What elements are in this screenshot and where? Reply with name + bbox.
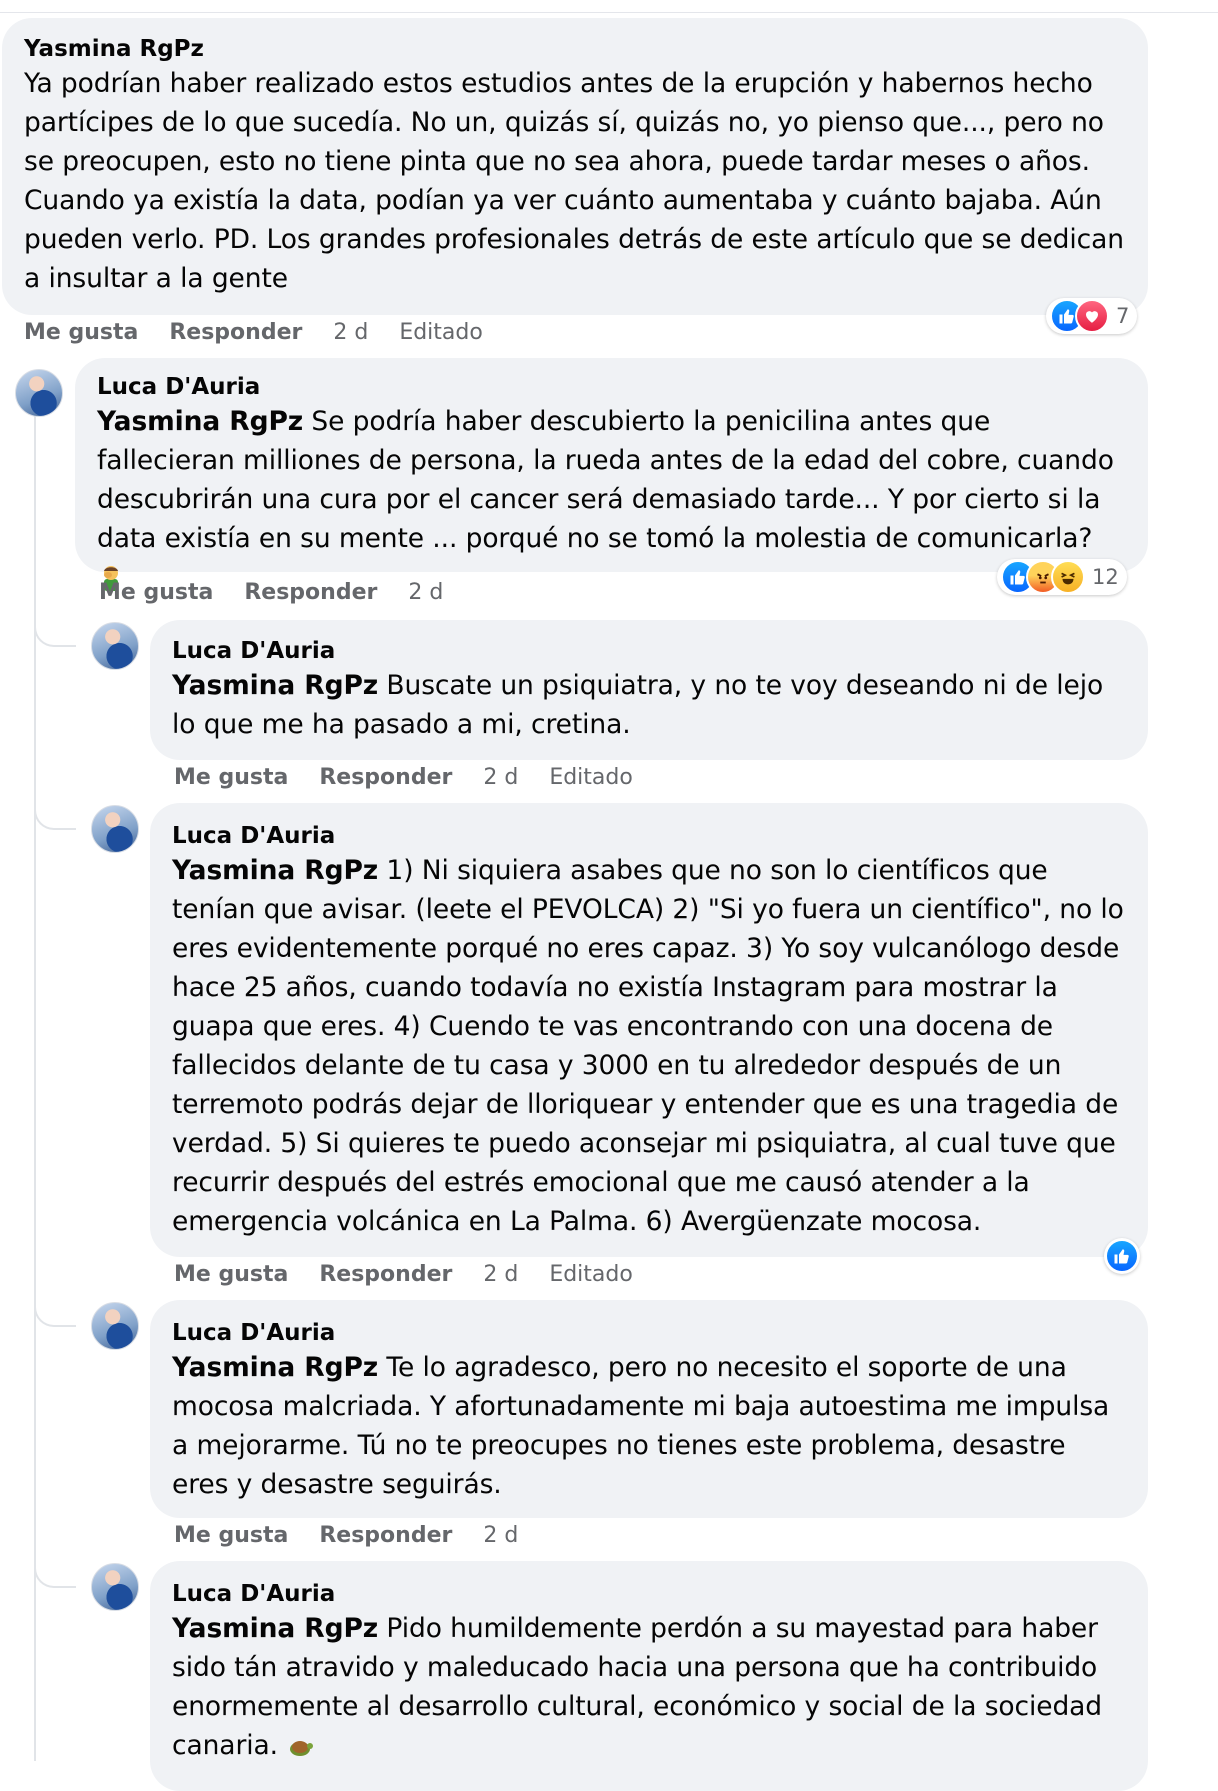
- haha-icon: [1051, 560, 1085, 594]
- avatar[interactable]: [91, 805, 139, 853]
- reply-button[interactable]: Responder: [244, 580, 377, 605]
- comment-author[interactable]: Luca D'Auria: [172, 1579, 1126, 1609]
- avatar[interactable]: [91, 1302, 139, 1350]
- timestamp[interactable]: 2 d: [408, 580, 443, 605]
- like-button[interactable]: Me gusta: [174, 1262, 288, 1287]
- comment-text: Yasmina RgPz 1) Ni siquiera asabes que n…: [172, 851, 1126, 1241]
- avatar[interactable]: [91, 1563, 139, 1611]
- comment-bubble: Luca D'Auria Yasmina RgPz Se podría habe…: [75, 358, 1148, 591]
- reply-button[interactable]: Responder: [169, 320, 302, 345]
- love-icon: [1075, 299, 1109, 333]
- comment-actions: Me gusta Responder 2 d Editado: [174, 1260, 657, 1290]
- comment-text: Yasmina RgPz Te lo agradesco, pero no ne…: [172, 1348, 1126, 1504]
- edited-label[interactable]: Editado: [549, 1262, 633, 1287]
- comment-author[interactable]: Luca D'Auria: [172, 636, 1126, 666]
- mention-link[interactable]: Yasmina RgPz: [172, 670, 378, 701]
- thread-connector: [34, 619, 76, 647]
- thread-connector: [34, 1299, 76, 1327]
- comment-author[interactable]: Luca D'Auria: [97, 372, 1126, 402]
- comment-bubble: Luca D'Auria Yasmina RgPz Te lo agradesc…: [150, 1300, 1148, 1518]
- edited-label[interactable]: Editado: [549, 765, 633, 790]
- thread-connector: [34, 1560, 76, 1588]
- mention-link[interactable]: Yasmina RgPz: [172, 1352, 378, 1383]
- reactions-summary[interactable]: [1104, 1238, 1140, 1274]
- comment-text: Yasmina RgPz Buscate un psiquiatra, y no…: [172, 666, 1126, 744]
- timestamp[interactable]: 2 d: [333, 320, 368, 345]
- like-button[interactable]: Me gusta: [99, 580, 213, 605]
- comment-text: Yasmina RgPz Se podría haber descubierto…: [97, 402, 1126, 597]
- mention-link[interactable]: Yasmina RgPz: [172, 855, 378, 886]
- turtle-emoji: [290, 1741, 314, 1756]
- comment-author[interactable]: Luca D'Auria: [172, 1318, 1126, 1348]
- mention-link[interactable]: Yasmina RgPz: [172, 1613, 378, 1644]
- edited-label[interactable]: Editado: [399, 320, 483, 345]
- comment-author[interactable]: Yasmina RgPz: [24, 34, 1126, 64]
- timestamp[interactable]: 2 d: [483, 765, 518, 790]
- reaction-count: 7: [1116, 304, 1130, 328]
- comment-author[interactable]: Luca D'Auria: [172, 821, 1126, 851]
- reactions-summary[interactable]: 7: [1046, 298, 1138, 334]
- comment-body: 1) Ni siquiera asabes que no son lo cien…: [172, 855, 1124, 1237]
- avatar[interactable]: [15, 369, 63, 417]
- comment-actions: Me gusta Responder 2 d: [174, 1521, 542, 1551]
- reaction-count: 12: [1092, 565, 1119, 589]
- comment-actions: Me gusta Responder 2 d: [99, 578, 467, 608]
- like-button[interactable]: Me gusta: [174, 765, 288, 790]
- like-button[interactable]: Me gusta: [24, 320, 138, 345]
- reactions-summary[interactable]: 12: [997, 559, 1127, 595]
- comment-actions: Me gusta Responder 2 d Editado: [24, 318, 507, 348]
- top-divider: [0, 0, 1218, 13]
- comment-text: Ya podrían haber realizado estos estudio…: [24, 68, 1124, 294]
- like-icon: [1105, 1239, 1139, 1273]
- reply-button[interactable]: Responder: [319, 1262, 452, 1287]
- reply-button[interactable]: Responder: [319, 1523, 452, 1548]
- like-button[interactable]: Me gusta: [174, 1523, 288, 1548]
- timestamp[interactable]: 2 d: [483, 1523, 518, 1548]
- comment-text: Yasmina RgPz Pido humildemente perdón a …: [172, 1609, 1126, 1765]
- reply-button[interactable]: Responder: [319, 765, 452, 790]
- thread-connector: [34, 802, 76, 830]
- comment-bubble: Luca D'Auria Yasmina RgPz Pido humildeme…: [150, 1561, 1148, 1791]
- mention-link[interactable]: Yasmina RgPz: [97, 406, 303, 437]
- comment-actions: Me gusta Responder 2 d Editado: [174, 763, 657, 793]
- avatar[interactable]: [91, 622, 139, 670]
- comment-bubble: Luca D'Auria Yasmina RgPz 1) Ni siquiera…: [150, 803, 1148, 1257]
- thread-line: [34, 376, 36, 1761]
- comment-bubble: Luca D'Auria Yasmina RgPz Buscate un psi…: [150, 620, 1148, 760]
- timestamp[interactable]: 2 d: [483, 1262, 518, 1287]
- comment-bubble: Yasmina RgPz Ya podrían haber realizado …: [2, 18, 1148, 315]
